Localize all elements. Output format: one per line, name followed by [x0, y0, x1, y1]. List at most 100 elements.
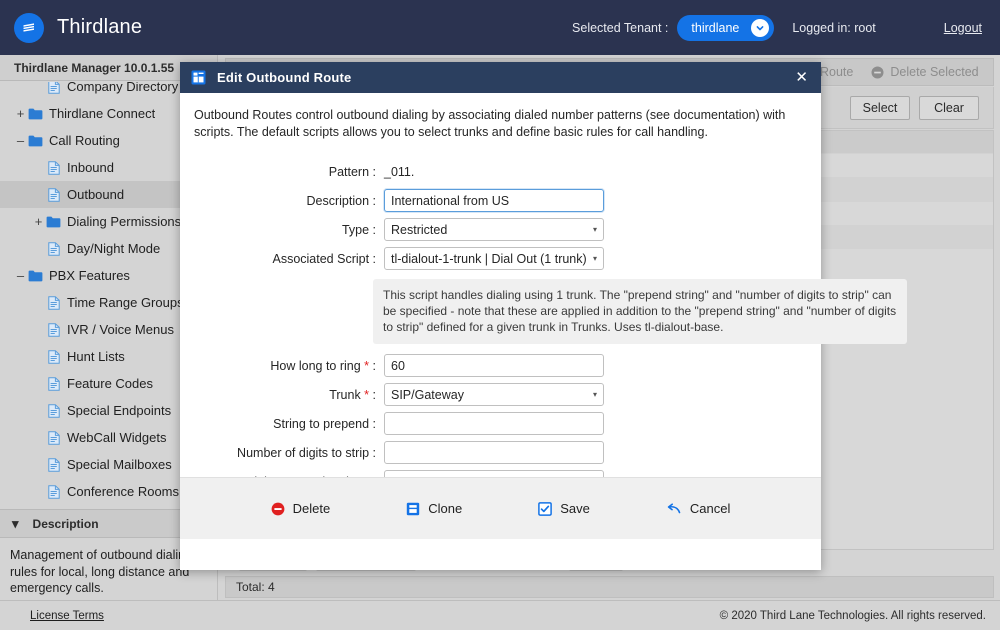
collapse-icon[interactable]: –	[14, 134, 27, 147]
how-long-to-ring-label: How long to ring * :	[270, 358, 376, 373]
sidebar-item-label: Conference Rooms	[67, 484, 179, 499]
sidebar-item-label: Time Range Groups	[67, 295, 184, 310]
close-icon[interactable]: ✕	[795, 70, 808, 85]
total-count: Total: 4	[225, 576, 994, 598]
header-right-group: Selected Tenant : thirdlane Logged in: r…	[572, 14, 1000, 41]
clear-button[interactable]: Clear	[919, 95, 979, 120]
sidebar-item-label: WebCall Widgets	[67, 430, 167, 445]
required-asterisk: *	[360, 358, 370, 373]
tenant-label: Selected Tenant :	[572, 20, 669, 35]
sidebar-item-label: Hunt Lists	[67, 349, 125, 364]
delete-button-label: Delete	[292, 501, 331, 516]
associated-script-label: Associated Script :	[272, 251, 376, 266]
field-row-pattern: Pattern : _011.	[180, 160, 821, 183]
sidebar-item-label: Day/Night Mode	[67, 241, 161, 256]
collapse-icon[interactable]: –	[14, 269, 27, 282]
type-select[interactable]: Restricted ▾	[384, 218, 604, 241]
sidebar-item-label: Special Endpoints	[67, 403, 172, 418]
minus-circle-icon	[271, 502, 285, 516]
file-icon	[45, 349, 62, 364]
chevron-down-icon: ▾	[592, 225, 597, 234]
field-row-trunk: Trunk * : SIP/Gateway ▾	[180, 383, 821, 406]
sidebar-description-title: Description	[32, 516, 99, 531]
expand-icon[interactable]: +	[14, 107, 27, 120]
dialog-title: Edit Outbound Route	[217, 70, 352, 85]
dialog-title-bar: Edit Outbound Route ✕	[180, 62, 821, 93]
type-value: Restricted	[391, 222, 448, 237]
tenant-value: thirdlane	[691, 20, 740, 35]
file-icon	[45, 403, 62, 418]
chevron-down-icon	[751, 18, 770, 37]
add-route-label: Route	[820, 65, 854, 79]
script-info-box: This script handles dialing using 1 trun…	[373, 279, 907, 344]
description-label: Description :	[306, 193, 376, 208]
minus-circle-icon	[871, 66, 884, 79]
sidebar-item-label: Outbound	[67, 187, 125, 202]
string-to-prepend-input[interactable]	[384, 412, 604, 435]
logout-link[interactable]: Logout	[944, 21, 982, 35]
sidebar-item-label: Feature Codes	[67, 376, 153, 391]
folder-icon	[27, 108, 44, 120]
file-icon	[45, 295, 62, 310]
cancel-button[interactable]: Cancel	[666, 501, 730, 516]
dialog-footer: Delete Clone Save Cancel	[180, 477, 821, 539]
copyright-text: © 2020 Third Lane Technologies. All righ…	[719, 609, 986, 622]
app-root: Thirdlane Selected Tenant : thirdlane Lo…	[0, 0, 1000, 630]
thirdlane-logo-icon	[14, 12, 44, 43]
field-row-description: Description :	[180, 189, 821, 212]
sidebar-item-label: IVR / Voice Menus	[67, 322, 174, 337]
how-long-to-ring-input[interactable]	[384, 354, 604, 377]
field-row-how-long-to-ring: How long to ring * :	[180, 354, 821, 377]
select-button[interactable]: Select	[850, 95, 910, 120]
sidebar-item-label: PBX Features	[49, 268, 130, 283]
logged-in-user: Logged in: root	[792, 20, 876, 35]
folder-icon	[27, 270, 44, 282]
field-row-type: Type : Restricted ▾	[180, 218, 821, 241]
trunk-label: Trunk * :	[329, 387, 376, 402]
sidebar-item-label: Call Routing	[49, 133, 120, 148]
undo-arrow-icon	[666, 502, 682, 516]
file-icon	[45, 322, 62, 337]
file-icon	[45, 241, 62, 256]
file-icon	[45, 160, 62, 175]
expand-icon[interactable]: +	[32, 215, 45, 228]
digits-to-strip-label: Number of digits to strip :	[237, 445, 376, 460]
page-footer: License Terms © 2020 Third Lane Technolo…	[0, 600, 1000, 630]
delete-selected-button[interactable]: Delete Selected	[862, 59, 987, 85]
string-to-prepend-label: String to prepend :	[273, 416, 376, 431]
dialog-body: Outbound Routes control outbound dialing…	[180, 93, 907, 539]
sidebar-description-text: Management of outbound dialing rules for…	[10, 548, 193, 595]
save-button[interactable]: Save	[538, 501, 590, 516]
chevron-down-icon: ▾	[12, 515, 19, 531]
license-terms-link[interactable]: License Terms	[30, 610, 104, 622]
delete-button[interactable]: Delete	[271, 501, 331, 516]
pattern-value: _011.	[384, 164, 415, 179]
associated-script-select[interactable]: tl-dialout-1-trunk | Dial Out (1 trunk) …	[384, 247, 604, 270]
brand-title: Thirdlane	[57, 16, 143, 38]
sidebar-item-label: Thirdlane Connect	[49, 106, 156, 121]
file-icon	[45, 457, 62, 472]
file-icon	[45, 484, 62, 499]
file-icon	[45, 82, 62, 94]
chevron-down-icon: ▾	[592, 390, 597, 399]
clone-icon	[406, 502, 420, 516]
top-header: Thirdlane Selected Tenant : thirdlane Lo…	[0, 0, 1000, 55]
associated-script-value: tl-dialout-1-trunk | Dial Out (1 trunk)	[391, 251, 587, 266]
delete-selected-label: Delete Selected	[890, 65, 979, 79]
description-input[interactable]	[384, 189, 604, 212]
tenant-selector[interactable]: thirdlane	[677, 14, 775, 41]
file-icon	[45, 376, 62, 391]
sidebar-item-label: Dialing Permissions	[67, 214, 182, 229]
trunk-select[interactable]: SIP/Gateway ▾	[384, 383, 604, 406]
chevron-down-icon: ▾	[592, 254, 597, 263]
edit-outbound-route-dialog: Edit Outbound Route ✕ Outbound Routes co…	[180, 62, 907, 570]
window-app-icon	[191, 70, 206, 85]
digits-to-strip-input[interactable]	[384, 441, 604, 464]
sidebar-item-label: Company Directory	[67, 82, 179, 94]
required-asterisk: *	[360, 387, 370, 402]
sidebar-item-label: Inbound	[67, 160, 114, 175]
field-row-string-to-prepend: String to prepend :	[180, 412, 821, 435]
field-row-associated-script: Associated Script : tl-dialout-1-trunk |…	[180, 247, 821, 270]
save-button-label: Save	[560, 501, 590, 516]
clone-button[interactable]: Clone	[406, 501, 462, 516]
